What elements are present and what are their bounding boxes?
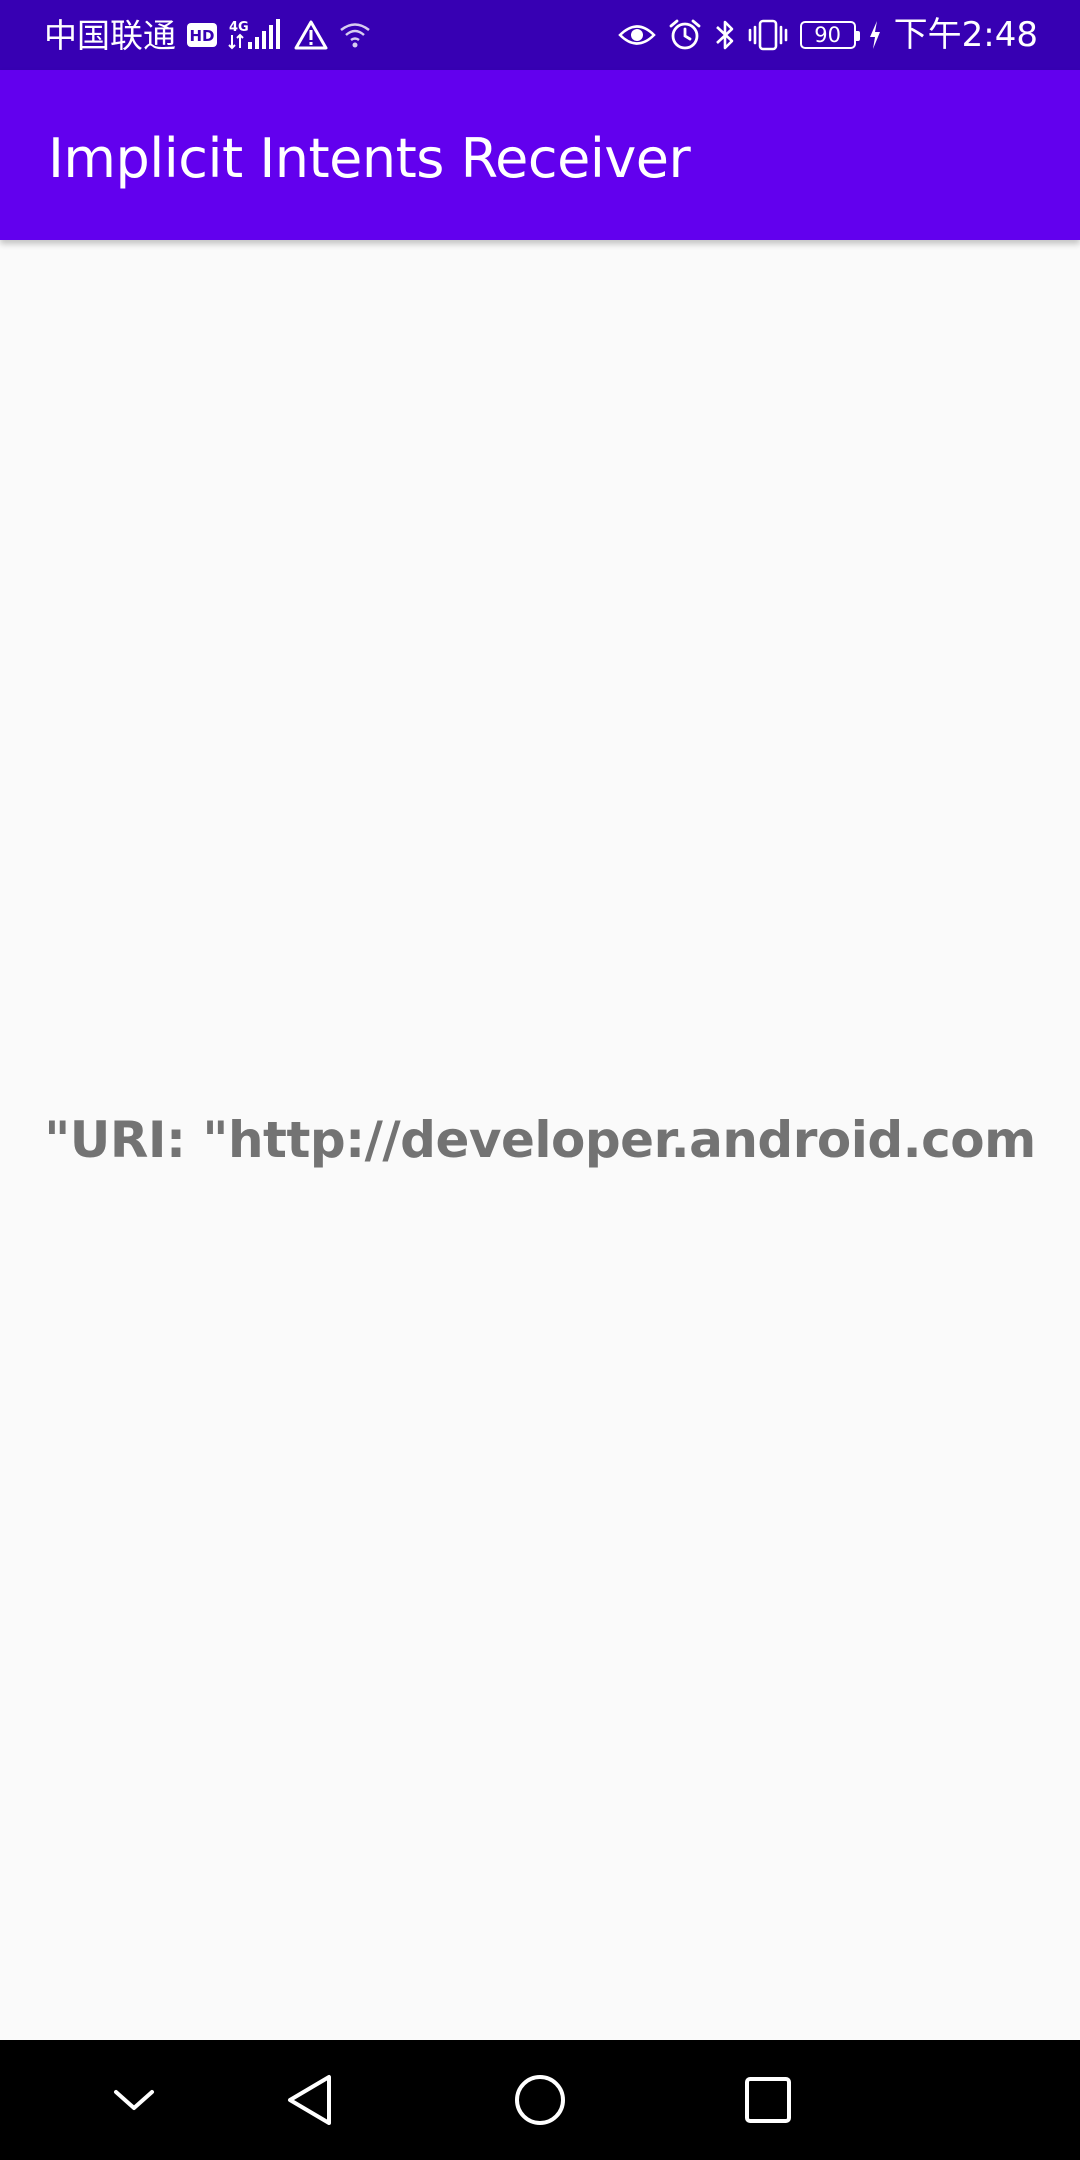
warning-icon (294, 20, 328, 50)
navigation-bar (0, 2040, 1080, 2160)
clock: 下午2:48 (893, 15, 1038, 55)
hd-icon: HD (186, 22, 218, 48)
status-left-group: 中国联通 HD 4G (44, 0, 372, 70)
battery-icon: 90 (799, 21, 860, 49)
back-button[interactable] (249, 2040, 369, 2160)
collapse-button[interactable] (74, 2040, 194, 2160)
uri-text: "URI: "http://developer.android.com (44, 1111, 1036, 1169)
vibrate-icon (748, 18, 788, 52)
status-bar: 中国联通 HD 4G 90 下午2:48 (0, 0, 1080, 70)
main-content: "URI: "http://developer.android.com (0, 240, 1080, 2040)
app-bar: Implicit Intents Receiver (0, 70, 1080, 240)
status-right-group: 90 下午2:48 (617, 0, 1038, 70)
signal-icon: 4G (228, 18, 284, 52)
recents-button[interactable] (708, 2040, 828, 2160)
svg-text:HD: HD (189, 27, 214, 45)
alarm-icon (668, 18, 702, 52)
carrier-name: 中国联通 (44, 15, 176, 55)
network-type-label: 4G (229, 20, 249, 35)
home-circle-icon (513, 2073, 567, 2127)
bluetooth-icon (714, 18, 736, 52)
home-button[interactable] (480, 2040, 600, 2160)
battery-level: 90 (814, 22, 841, 47)
charging-icon (868, 20, 882, 50)
eye-icon (617, 22, 656, 48)
chevron-down-icon (112, 2086, 156, 2114)
wifi-icon (338, 21, 372, 49)
app-title: Implicit Intents Receiver (48, 127, 691, 190)
back-triangle-icon (284, 2073, 334, 2127)
recents-square-icon (743, 2075, 793, 2125)
